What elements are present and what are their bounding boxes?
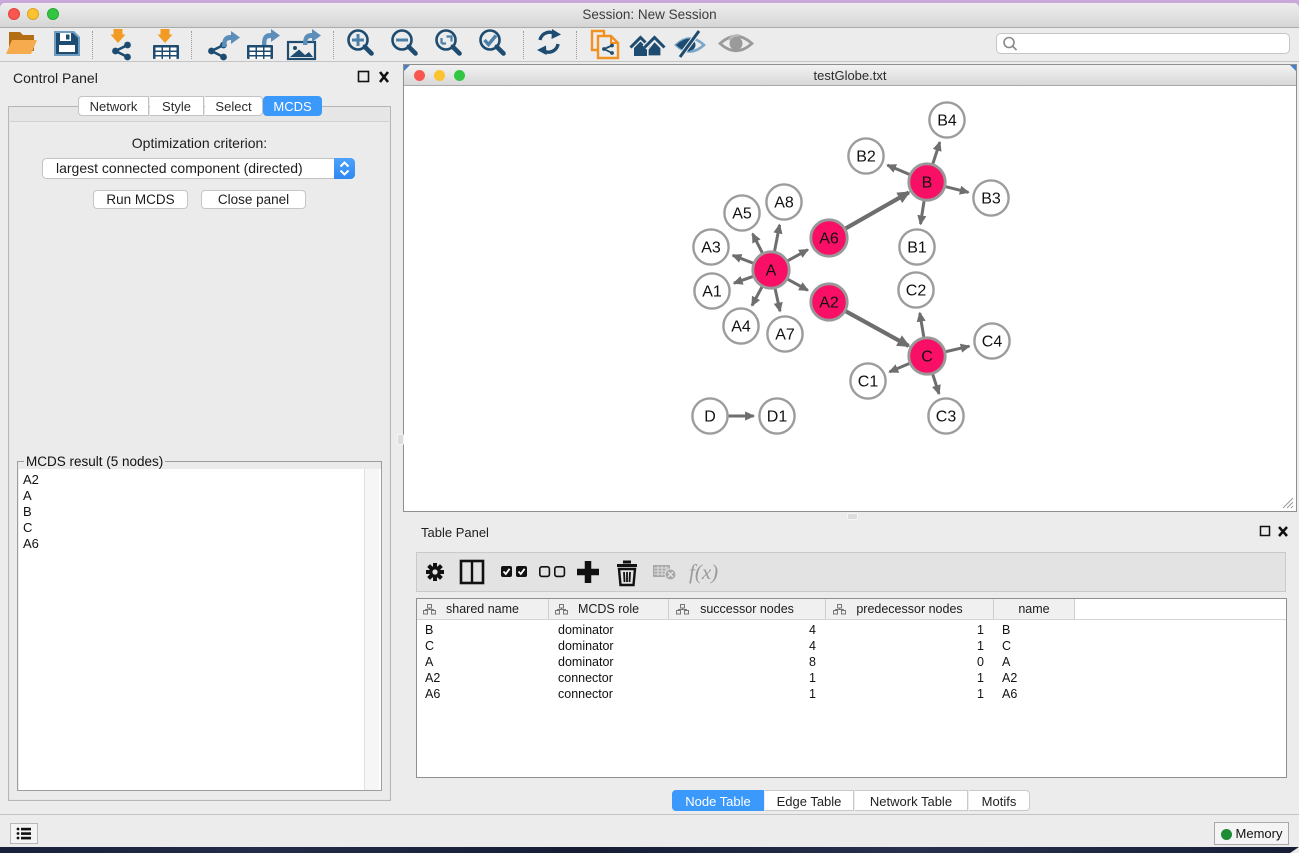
svg-text:D: D — [704, 409, 716, 426]
svg-text:A5: A5 — [732, 206, 752, 223]
svg-text:A7: A7 — [775, 327, 795, 344]
svg-text:A3: A3 — [701, 240, 721, 257]
svg-text:C1: C1 — [858, 374, 879, 391]
svg-text:B1: B1 — [907, 240, 927, 257]
svg-text:A4: A4 — [731, 319, 751, 336]
svg-text:A2: A2 — [819, 295, 839, 312]
svg-text:f(x): f(x) — [689, 560, 718, 584]
svg-text:A6: A6 — [819, 231, 839, 248]
svg-text:C: C — [921, 349, 933, 366]
svg-text:B2: B2 — [856, 149, 876, 166]
svg-text:B3: B3 — [981, 191, 1001, 208]
svg-text:A: A — [766, 263, 777, 280]
svg-text:A8: A8 — [774, 195, 794, 212]
svg-text:B: B — [922, 175, 933, 192]
svg-text:C3: C3 — [936, 409, 957, 426]
svg-text:C4: C4 — [982, 334, 1003, 351]
svg-text:C2: C2 — [906, 283, 927, 300]
svg-text:A1: A1 — [702, 284, 722, 301]
svg-text:D1: D1 — [767, 409, 788, 426]
svg-text:B4: B4 — [937, 113, 957, 130]
